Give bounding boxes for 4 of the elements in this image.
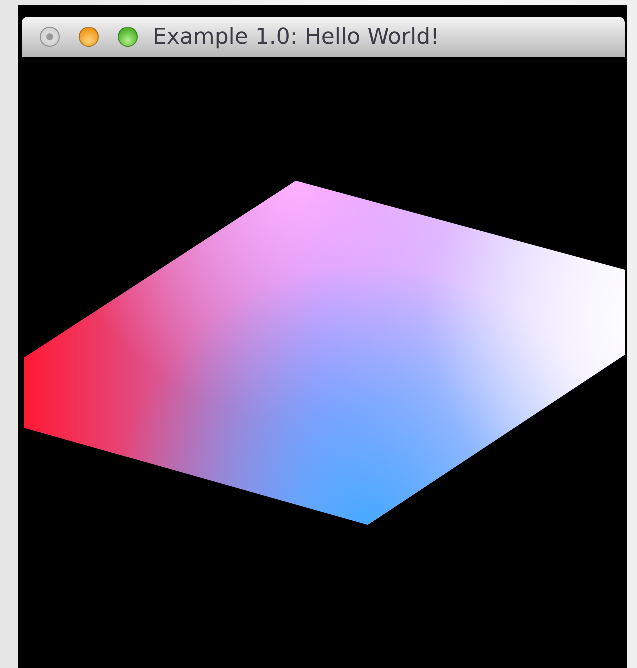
zoom-button[interactable] xyxy=(118,27,138,47)
window-title: Example 1.0: Hello World! xyxy=(153,24,440,50)
minimize-button[interactable] xyxy=(79,27,99,47)
close-button[interactable] xyxy=(40,27,60,47)
